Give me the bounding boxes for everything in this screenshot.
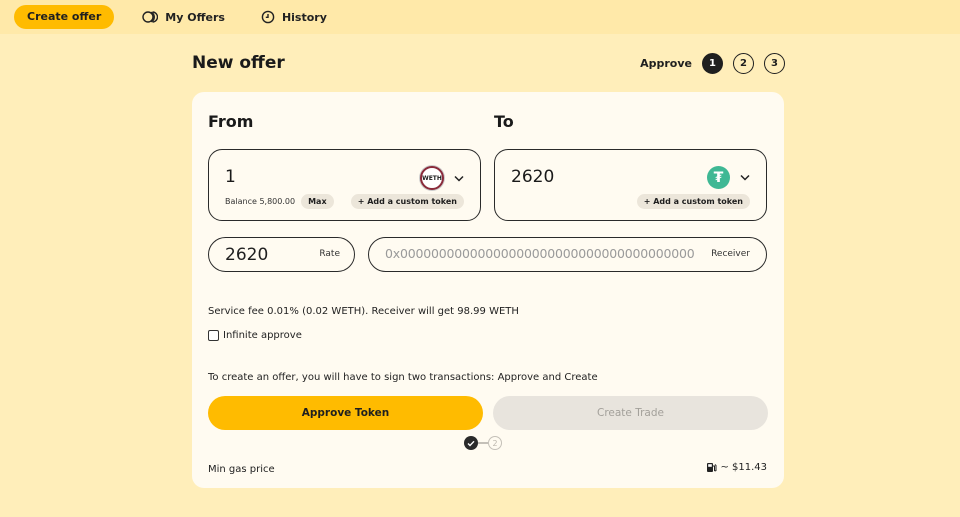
steps-label: Approve [640,57,692,70]
receiver-input[interactable] [385,246,695,261]
step-pending: 2 [488,436,502,450]
rate-label: Rate [319,249,340,259]
to-amount-input[interactable]: 2620 [511,167,554,187]
gas-price: ~ $11.43 [706,462,767,473]
progress-connector [478,442,488,444]
usdt-token-icon: ₮ [707,166,730,189]
weth-symbol: WETH [422,174,442,182]
create-offer-label: Create offer [27,10,102,23]
transaction-progress: 2 [464,436,502,450]
max-button[interactable]: Max [301,194,334,209]
chevron-down-icon [454,175,464,182]
my-offers-tab[interactable]: My Offers [142,11,225,24]
step-2: 2 [733,53,754,74]
offer-card: From To 1 WETH Balance 5,800.00 Max + Ad… [192,92,784,488]
balance-text: Balance 5,800.00 [225,197,296,206]
receiver-label: Receiver [711,249,750,259]
rate-value: 2620 [225,245,269,265]
from-amount-input[interactable]: 1 [225,167,236,187]
offers-icon [142,11,159,23]
gas-price-value: ~ $11.43 [720,462,767,473]
receiver-field: Receiver [368,237,767,272]
from-token-box: 1 WETH Balance 5,800.00 Max + Add a cust… [208,149,481,221]
approval-steps: Approve 1 2 3 [640,53,785,74]
approve-token-button[interactable]: Approve Token [208,396,483,430]
step-complete-icon [464,436,478,450]
page-title: New offer [192,53,285,73]
weth-token-icon: WETH [420,166,444,190]
balance-row: Balance 5,800.00 Max [225,194,334,209]
from-token-select[interactable]: WETH [420,166,464,190]
top-nav: Create offer My Offers History [0,0,960,34]
create-trade-button[interactable]: Create Trade [493,396,768,430]
to-token-box: 2620 ₮ + Add a custom token [494,149,767,221]
history-tab[interactable]: History [261,10,327,24]
step-1: 1 [702,53,723,74]
from-label: From [208,112,254,131]
fuel-pump-icon [707,463,717,472]
add-custom-token-button[interactable]: + Add a custom token [636,194,750,209]
chevron-down-icon [740,174,750,181]
my-offers-label: My Offers [165,10,225,24]
transactions-info-text: To create an offer, you will have to sig… [208,372,598,383]
infinite-approve-label: Infinite approve [223,330,302,341]
clock-icon [261,10,275,24]
checkbox-box[interactable] [208,330,219,341]
add-custom-token-button[interactable]: + Add a custom token [350,194,464,209]
service-fee-text: Service fee 0.01% (0.02 WETH). Receiver … [208,306,519,317]
gas-label: Min gas price [208,464,275,475]
to-token-select[interactable]: ₮ [707,166,750,189]
infinite-approve-checkbox[interactable]: Infinite approve [208,330,302,341]
history-label: History [281,10,327,24]
step-3: 3 [764,53,785,74]
checkmark-icon [467,440,475,447]
to-label: To [494,112,514,131]
rate-field[interactable]: 2620 Rate [208,237,355,272]
create-offer-tab[interactable]: Create offer [14,5,115,29]
